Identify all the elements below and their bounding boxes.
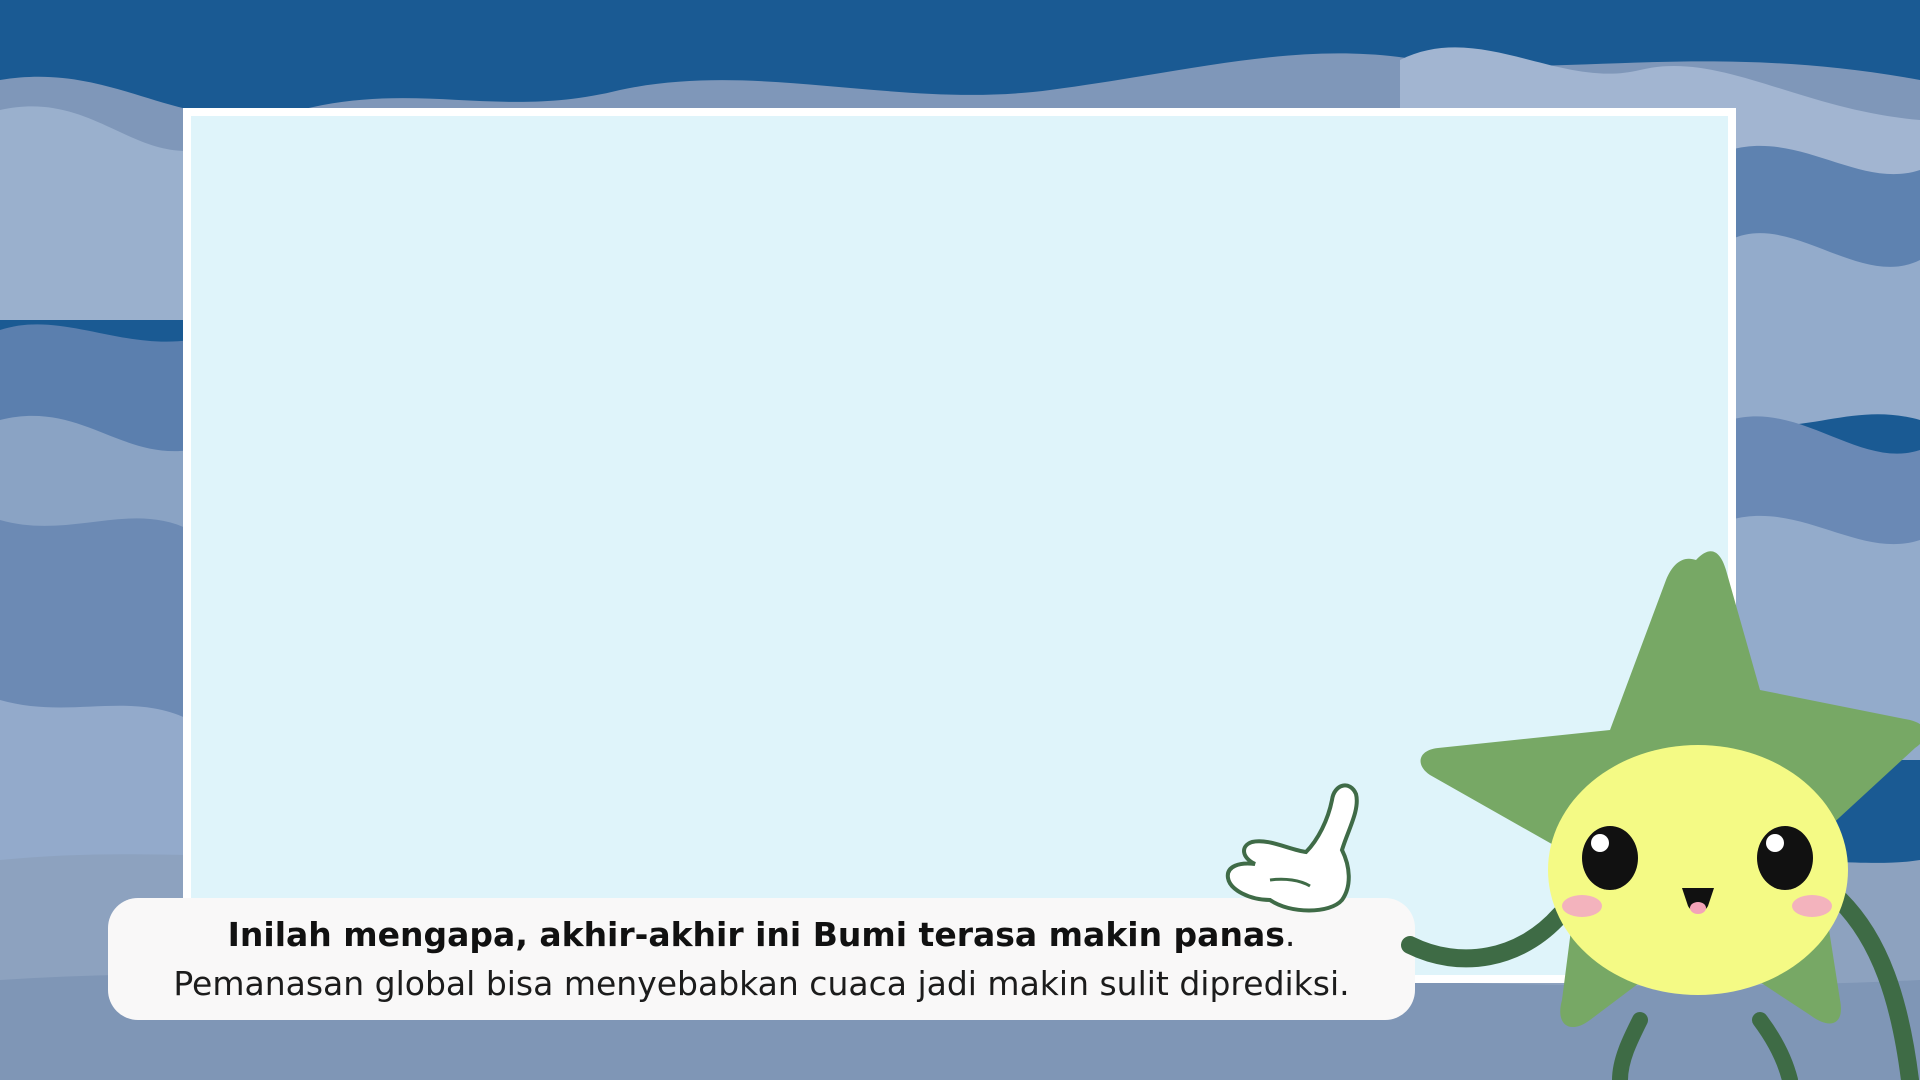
mascot-right-eye — [1757, 826, 1813, 890]
mascot-right-leg — [1752, 1012, 1798, 1080]
mascot-right-cheek — [1792, 895, 1832, 917]
mascot-left-eye-shine — [1591, 834, 1609, 852]
caption-box: Inilah mengapa, akhir-akhir ini Bumi ter… — [108, 898, 1415, 1020]
mascot-left-eye — [1582, 826, 1638, 890]
mascot-right-arm — [1831, 891, 1919, 1080]
caption-text: Inilah mengapa, akhir-akhir ini Bumi ter… — [128, 910, 1395, 1008]
mascot-tongue — [1690, 902, 1706, 914]
mascot-left-leg — [1612, 1012, 1648, 1080]
pointing-hand-icon — [1225, 783, 1359, 913]
mascot-left-cheek — [1562, 895, 1602, 917]
mascot-arm — [1401, 906, 1569, 968]
caption-bold-text: Inilah mengapa, akhir-akhir ini Bumi ter… — [227, 915, 1285, 954]
star-mascot-icon — [1225, 551, 1920, 1080]
mascot-right-eye-shine — [1766, 834, 1784, 852]
